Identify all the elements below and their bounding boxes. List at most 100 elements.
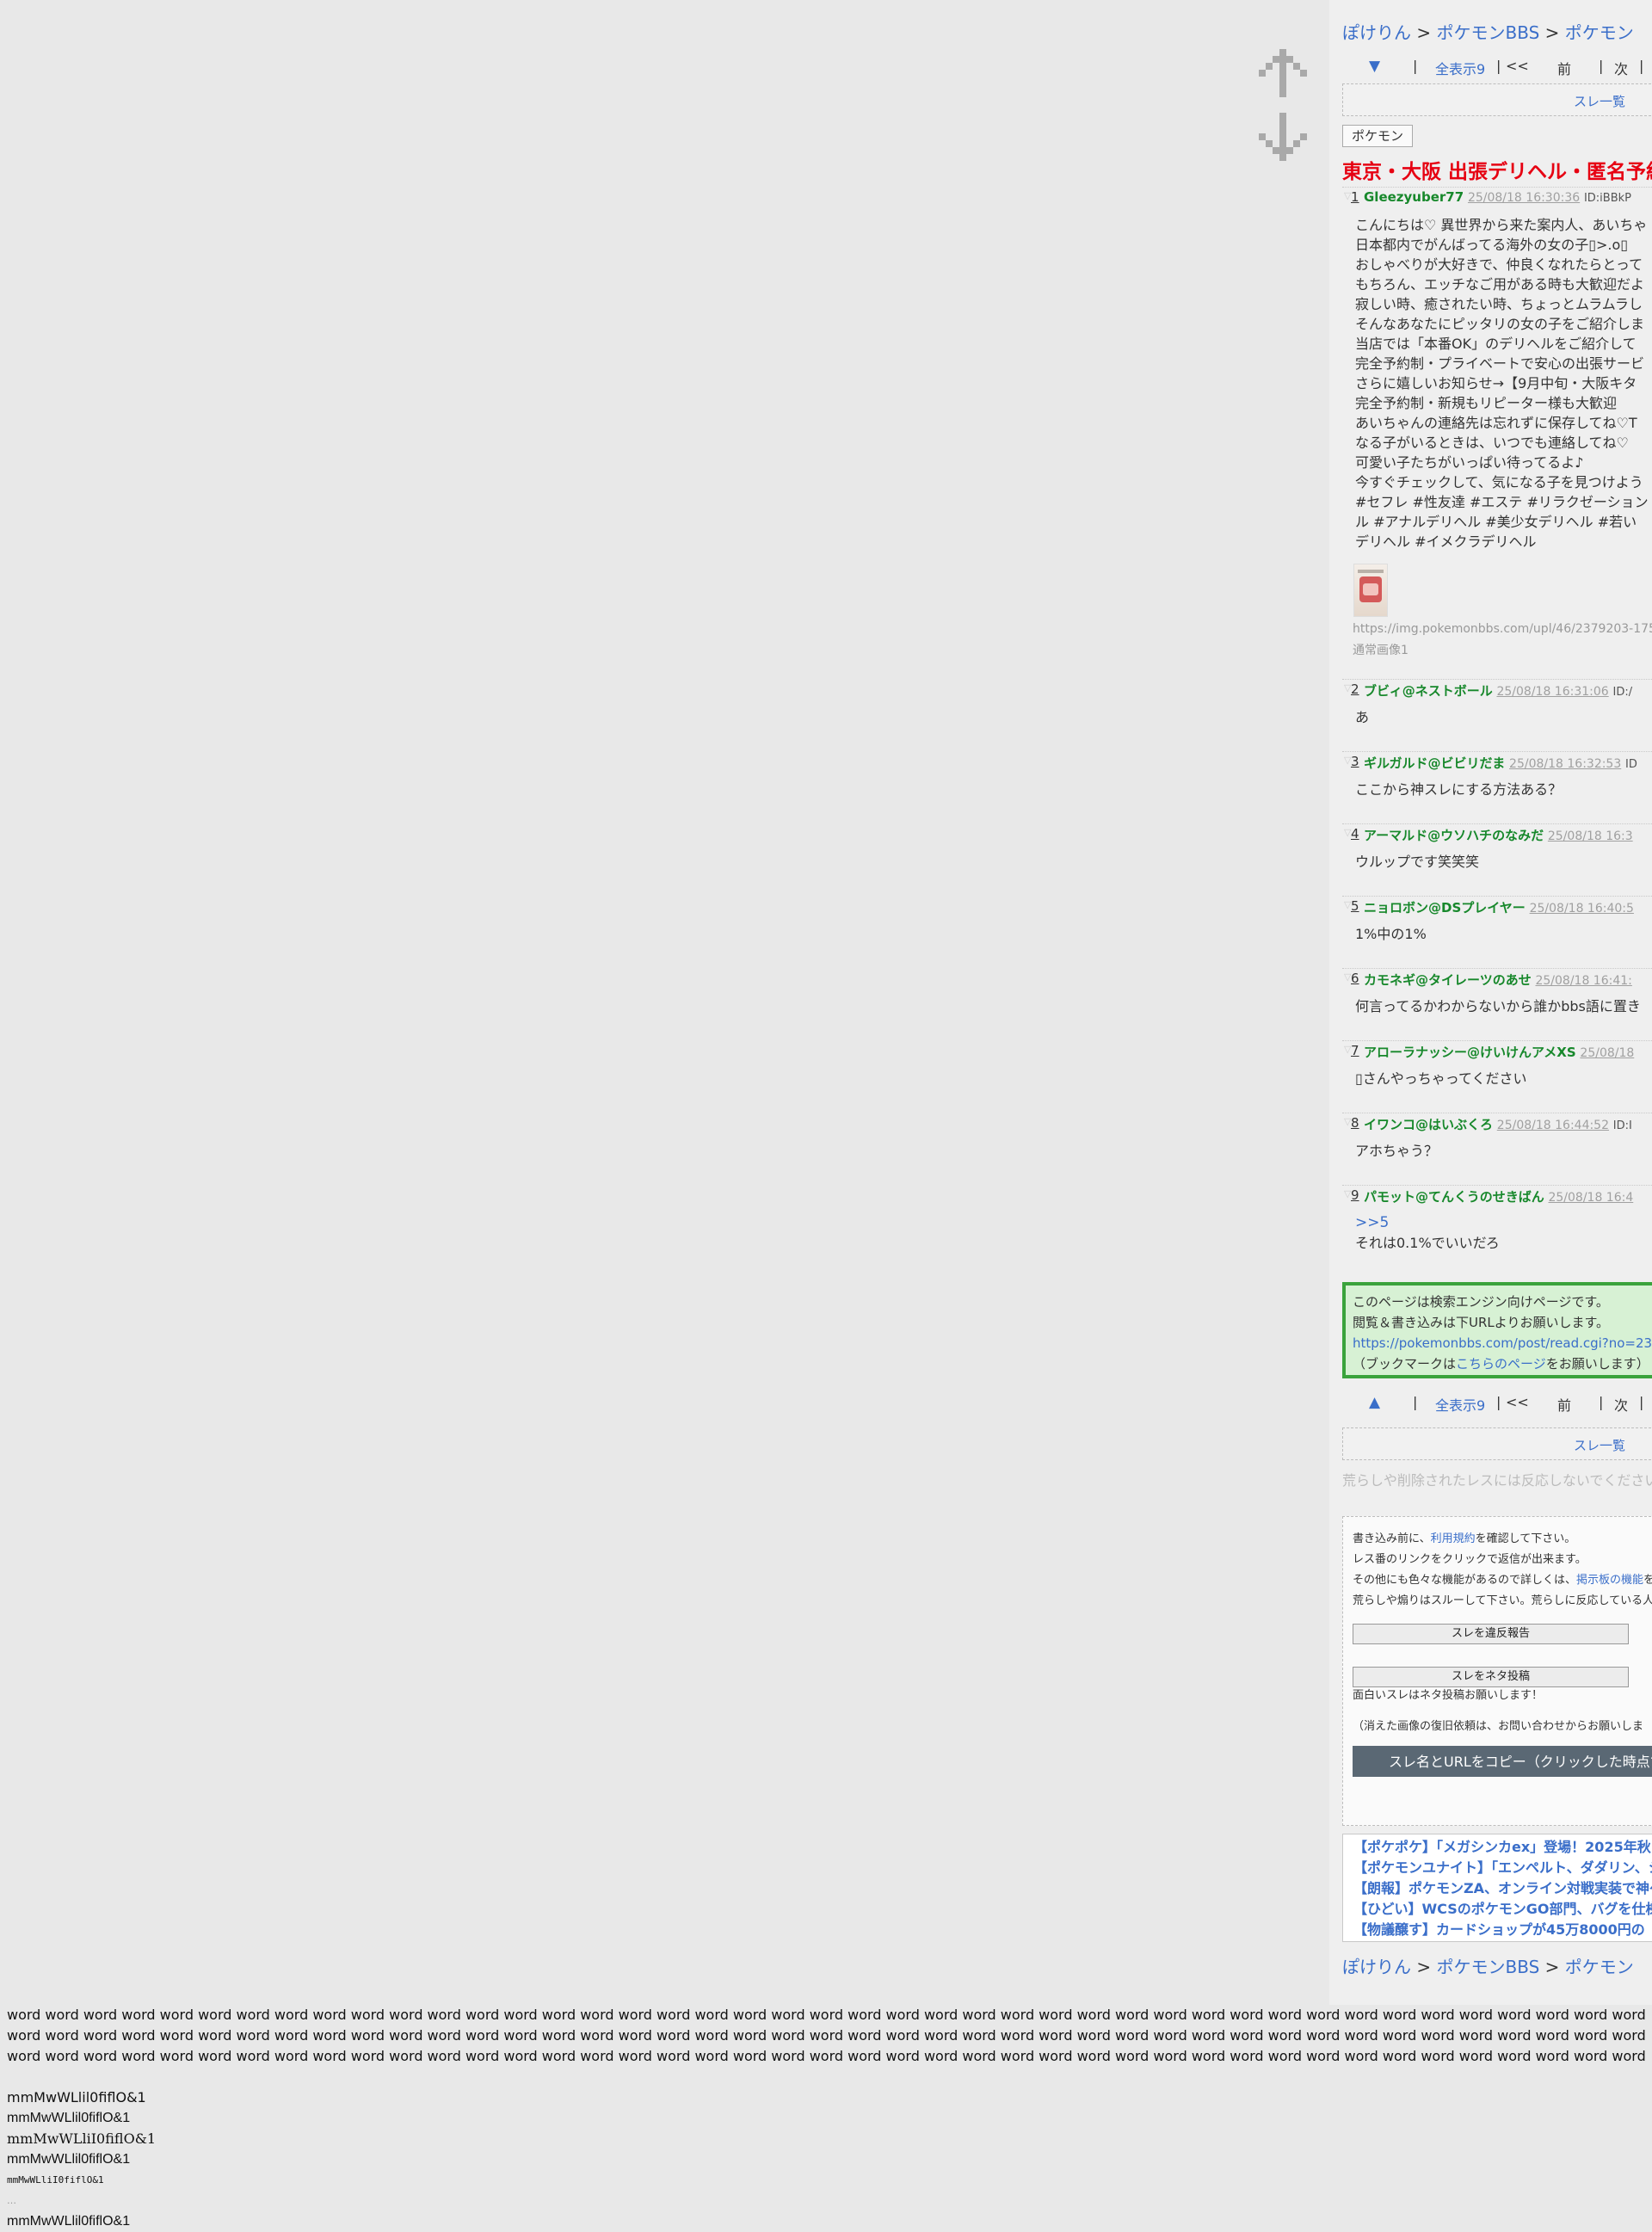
prev-page-button[interactable]: 前 bbox=[1557, 1394, 1571, 1415]
scroll-up-icon[interactable] bbox=[1259, 49, 1307, 97]
post-image-caption: 通常画像1 bbox=[1353, 644, 1409, 657]
post-item: ▽ 5 ニョロボン@DSプレイヤー 25/08/18 16:40:5 1%中の1… bbox=[1342, 896, 1652, 944]
thread-list-link[interactable]: スレ一覧 bbox=[1574, 92, 1625, 110]
font-test-area: word word word word word word word word … bbox=[7, 2005, 1650, 2232]
rules-text: 面白いスレはネタ投稿お願いします！ bbox=[1353, 1689, 1544, 1702]
post-number-link[interactable]: 1 bbox=[1351, 189, 1359, 205]
pager-separator: | bbox=[1599, 1394, 1604, 1410]
news-link[interactable]: 【ポケポケ】「メガシンカex」登場！2025年秋 bbox=[1353, 1837, 1652, 1858]
rules-text: （消えた画像の復旧依頼は、お問い合わせからお願いしま bbox=[1353, 1720, 1644, 1733]
terms-link[interactable]: 利用規約 bbox=[1431, 1532, 1476, 1545]
bookmark-page-link[interactable]: こちらのページ bbox=[1456, 1356, 1546, 1372]
post-number-link[interactable]: 2 bbox=[1351, 681, 1359, 697]
bbs-features-link[interactable]: 掲示板の機能 bbox=[1576, 1574, 1643, 1587]
post-line: 何言ってるかわからないから誰かbbs語に置き bbox=[1355, 998, 1641, 1014]
next-page-button[interactable]: 次 bbox=[1614, 58, 1628, 78]
poster-id: ID:/ bbox=[1612, 686, 1633, 699]
breadcrumb-home[interactable]: ぽけりん bbox=[1342, 22, 1411, 43]
pager-separator: | bbox=[1639, 58, 1644, 74]
first-page-button[interactable]: << bbox=[1506, 1394, 1529, 1410]
news-link[interactable]: 【ポケモンユナイト】「エンペルト、ダダリン、シ bbox=[1353, 1858, 1652, 1878]
jump-to-top-button[interactable]: ▲ bbox=[1369, 1394, 1380, 1411]
post-body: 1%中の1% bbox=[1342, 917, 1652, 944]
breadcrumb-bottom: ぽけりん > ポケモンBBS > ポケモン bbox=[1342, 1956, 1634, 1978]
poster-name: イワンコ@はいぶくろ bbox=[1364, 1117, 1494, 1132]
notice-url-link[interactable]: https://pokemonbbs.com/post/read.cgi?no=… bbox=[1353, 1333, 1652, 1353]
post-number-link[interactable]: 8 bbox=[1351, 1115, 1359, 1131]
show-all-link[interactable]: 全表示9 bbox=[1435, 58, 1485, 78]
font-sample-line: mmMwWLlil0fiflO&1 bbox=[7, 2111, 131, 2125]
post-number-link[interactable]: 6 bbox=[1351, 971, 1359, 986]
poster-name: ギルガルド@ビビリだま bbox=[1364, 755, 1506, 771]
pager-separator: | bbox=[1639, 1394, 1644, 1410]
font-sample-line: mmMwWLlil0fiflO&1 bbox=[7, 2089, 146, 2106]
post-line: なる子がいるときは、いつでも連絡してね♡ bbox=[1355, 435, 1629, 451]
news-link[interactable]: 【物議醸す】カードショップが45万8000円の「 bbox=[1353, 1920, 1652, 1940]
jump-to-bottom-button[interactable]: ▼ bbox=[1369, 58, 1380, 75]
font-sample-line: mmMwWLliI0fiflO&1 bbox=[7, 2130, 157, 2147]
report-thread-button[interactable]: スレを違反報告 bbox=[1353, 1624, 1629, 1644]
breadcrumb-separator: > bbox=[1416, 1957, 1432, 1977]
breadcrumb-home[interactable]: ぽけりん bbox=[1342, 1957, 1411, 1977]
post-line: こんにちは♡ 異世界から来た案内人、あいちゃ bbox=[1355, 217, 1648, 233]
prev-page-button[interactable]: 前 bbox=[1557, 58, 1571, 78]
show-all-link[interactable]: 全表示9 bbox=[1435, 1394, 1485, 1415]
post-number-link[interactable]: 3 bbox=[1351, 754, 1359, 769]
search-engine-notice: このページは検索エンジン向けページです。 閲覧＆書き込みは下URLよりお願いしま… bbox=[1342, 1282, 1652, 1378]
post-number-link[interactable]: 5 bbox=[1351, 898, 1359, 914]
post-date: 25/08/18 16:41: bbox=[1535, 974, 1632, 988]
post-date: 25/08/18 16:40:5 bbox=[1529, 902, 1634, 916]
post-line: デリヘル #イメクラデリヘル bbox=[1355, 533, 1537, 550]
breadcrumb-bbs[interactable]: ポケモンBBS bbox=[1436, 22, 1539, 43]
post-line: 当店では「本番OK」のデリヘルをご紹介して bbox=[1355, 336, 1637, 352]
post-number-link[interactable]: 4 bbox=[1351, 826, 1359, 842]
post-line: もちろん、エッチなご用がある時も大歓迎だよ bbox=[1355, 276, 1645, 293]
breadcrumb-category[interactable]: ポケモン bbox=[1565, 1957, 1634, 1977]
post-line: さらに嬉しいお知らせ→【9月中旬・大阪キタ bbox=[1355, 375, 1637, 392]
breadcrumb-category[interactable]: ポケモン bbox=[1565, 22, 1634, 43]
rules-panel: 書き込み前に、利用規約を確認して下さい。 レス番のリンクをクリックで返信が出来ま… bbox=[1342, 1516, 1652, 1826]
post-item: ▽ 8 イワンコ@はいぶくろ 25/08/18 16:44:52 ID:I アホ… bbox=[1342, 1113, 1652, 1161]
post-number-link[interactable]: 9 bbox=[1351, 1187, 1359, 1203]
rules-text: を bbox=[1643, 1574, 1652, 1587]
copy-title-url-button[interactable]: スレ名とURLをコピー（クリックした時点で bbox=[1353, 1746, 1652, 1777]
news-link[interactable]: 【朗報】ポケモンZA、オンライン対戦実装で神ゲ bbox=[1353, 1878, 1652, 1899]
news-link[interactable]: 【ひどい】WCSのポケモンGO部門、バグを仕様 bbox=[1353, 1899, 1652, 1920]
post-image-url[interactable]: https://img.pokemonbbs.com/upl/46/237920… bbox=[1353, 622, 1652, 636]
post-item: ▽ 7 アローラナッシー@けいけんアメXS 25/08/18 ▯さんやっちゃって… bbox=[1342, 1040, 1652, 1088]
post-item: ▽ 1 Gleezyuber77 25/08/18 16:30:36 ID:iB… bbox=[1342, 187, 1652, 658]
scroll-down-icon[interactable] bbox=[1259, 113, 1307, 161]
post-image-thumbnail[interactable] bbox=[1353, 564, 1388, 617]
post-body: あ bbox=[1342, 700, 1652, 727]
post-body: ウルップです笑笑笑 bbox=[1342, 845, 1652, 872]
post-line: 1%中の1% bbox=[1355, 926, 1427, 942]
post-number-link[interactable]: 7 bbox=[1351, 1043, 1359, 1058]
post-line: 完全予約制・新規もリピーター様も大歓迎 bbox=[1355, 395, 1618, 411]
poster-name: ブビィ@ネストボール bbox=[1364, 683, 1493, 699]
breadcrumb: ぽけりん > ポケモンBBS > ポケモン bbox=[1342, 22, 1634, 44]
reply-anchor-link[interactable]: >>5 bbox=[1355, 1213, 1652, 1233]
poster-name: Gleezyuber77 bbox=[1364, 189, 1464, 205]
pager-separator: | bbox=[1496, 58, 1501, 74]
post-item: ▽ 6 カモネギ@タイレーツのあせ 25/08/18 16:41: 何言ってるか… bbox=[1342, 968, 1652, 1016]
word-filler-text: word word word word word word word word … bbox=[7, 2007, 1646, 2064]
post-date: 25/08/18 16:31:06 bbox=[1496, 685, 1609, 699]
thread-column: ぽけりん > ポケモンBBS > ポケモン ▼ | 全表示9 | << 前 | … bbox=[1329, 0, 1652, 2005]
post-line: 今すぐチェックして、気になる子を見つけよう bbox=[1355, 474, 1643, 490]
next-page-button[interactable]: 次 bbox=[1614, 1394, 1628, 1415]
thread-list-box: スレ一覧 bbox=[1342, 1427, 1652, 1460]
post-date: 25/08/18 16:4 bbox=[1548, 1191, 1634, 1205]
post-date: 25/08/18 16:30:36 bbox=[1467, 191, 1581, 205]
category-tag[interactable]: ポケモン bbox=[1342, 125, 1414, 147]
poster-id: ID:I bbox=[1612, 1119, 1632, 1132]
post-body: 何言ってるかわからないから誰かbbs語に置き bbox=[1342, 990, 1652, 1016]
first-page-button[interactable]: << bbox=[1506, 58, 1529, 74]
neta-post-button[interactable]: スレをネタ投稿 bbox=[1353, 1667, 1629, 1687]
thread-list-link[interactable]: スレ一覧 bbox=[1574, 1436, 1625, 1454]
breadcrumb-separator: > bbox=[1544, 1957, 1560, 1977]
post-body: >>5 それは0.1%でいいだろ bbox=[1342, 1206, 1652, 1253]
post-line: 日本都内でがんばってる海外の女の子▯>.o▯ bbox=[1355, 237, 1629, 253]
thread-list-box: スレ一覧 bbox=[1342, 83, 1652, 116]
poster-name: パモット@てんくうのせきばん bbox=[1364, 1189, 1544, 1205]
breadcrumb-bbs[interactable]: ポケモンBBS bbox=[1436, 1957, 1539, 1977]
